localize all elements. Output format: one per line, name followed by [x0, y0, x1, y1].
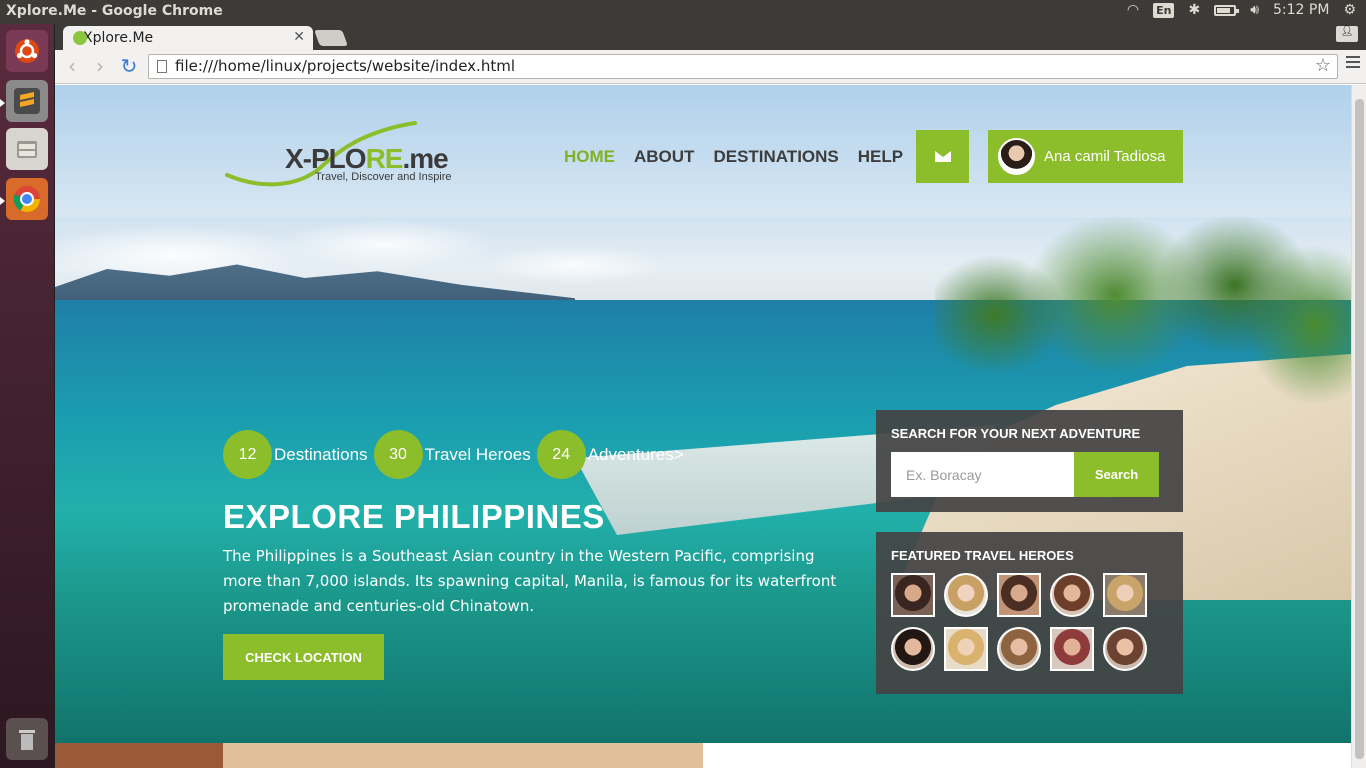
active-app-indicator	[0, 99, 5, 107]
hero-avatar[interactable]	[1103, 627, 1147, 671]
next-section-strip	[55, 743, 1351, 768]
main-nav: HOME ABOUT DESTINATIONS HELP	[564, 147, 903, 167]
files-icon[interactable]	[6, 128, 48, 170]
stat-label: Destinations	[274, 444, 368, 464]
search-button[interactable]: Search	[1074, 452, 1159, 497]
nav-about[interactable]: ABOUT	[634, 147, 694, 167]
stat-label: Travel Heroes	[424, 444, 531, 464]
featured-heroes-panel: FEATURED TRAVEL HEROES	[876, 532, 1183, 694]
user-name: Ana camil Tadiosa	[1044, 148, 1166, 165]
os-top-bar: Xplore.Me - Google Chrome ◠ En ✱ 🔊︎ 5:12…	[0, 0, 1366, 24]
hero-avatar[interactable]	[1050, 573, 1094, 617]
stat-destinations[interactable]: 12 Destinations	[223, 430, 368, 479]
stat-label: Adventures>	[587, 444, 684, 464]
nav-help[interactable]: HELP	[858, 147, 903, 167]
new-tab-button[interactable]	[314, 30, 348, 46]
back-arrow-icon[interactable]: ‹	[60, 55, 84, 79]
wifi-icon[interactable]: ◠	[1127, 2, 1139, 18]
keyboard-layout-indicator[interactable]: En	[1153, 2, 1175, 18]
sublime-text-icon[interactable]	[6, 80, 48, 122]
close-tab-icon[interactable]: ✕	[293, 29, 305, 45]
search-panel-title: SEARCH FOR YOUR NEXT ADVENTURE	[891, 426, 1141, 441]
hero-title: EXPLORE PHILIPPINES	[223, 498, 605, 535]
page-scrollbar[interactable]	[1351, 85, 1366, 768]
scrollbar-thumb[interactable]	[1355, 99, 1364, 759]
logo-tagline: Travel, Discover and Inspire	[315, 171, 452, 183]
page-icon	[157, 60, 167, 73]
stats-row: 12 Destinations 30 Travel Heroes 24 Adve…	[223, 430, 690, 479]
hero-avatar[interactable]	[1050, 627, 1094, 671]
window-title: Xplore.Me - Google Chrome	[6, 3, 223, 19]
url-text: file:///home/linux/projects/website/inde…	[175, 57, 515, 75]
avatar	[998, 138, 1035, 175]
hero-description: The Philippines is a Southeast Asian cou…	[223, 547, 837, 615]
chrome-menu-icon[interactable]	[1346, 56, 1360, 70]
volume-icon[interactable]: 🔊︎	[1250, 2, 1259, 18]
hero-avatar[interactable]	[944, 627, 988, 671]
forward-arrow-icon[interactable]: ›	[88, 55, 112, 79]
chrome-icon[interactable]	[6, 178, 48, 220]
ubuntu-launcher	[0, 24, 55, 768]
stat-travel-heroes[interactable]: 30 Travel Heroes	[373, 430, 531, 479]
bookmark-star-icon[interactable]: ☆	[1315, 55, 1331, 76]
hero-avatar[interactable]	[891, 627, 935, 671]
site-logo[interactable]: X-PLORE.me Travel, Discover and Inspire	[225, 113, 475, 188]
battery-icon[interactable]	[1214, 4, 1240, 16]
tab-xplore[interactable]: Xplore.Me ✕	[63, 26, 313, 50]
hero-avatar[interactable]	[891, 573, 935, 617]
search-panel: SEARCH FOR YOUR NEXT ADVENTURE Search	[876, 410, 1183, 512]
nav-home[interactable]: HOME	[564, 147, 615, 167]
trash-icon[interactable]	[6, 718, 48, 760]
nav-destinations[interactable]: DESTINATIONS	[713, 147, 838, 167]
settings-gear-icon[interactable]: ⚙	[1343, 2, 1356, 18]
browser-tab-bar: Xplore.Me ✕ 👤︎	[55, 24, 1366, 50]
profile-icon[interactable]: 👤︎	[1336, 26, 1358, 42]
hero-avatar-grid	[891, 573, 1147, 671]
stat-adventures[interactable]: 24 Adventures>	[536, 430, 684, 479]
stat-count: 12	[223, 430, 272, 479]
tab-title: Xplore.Me	[83, 30, 154, 46]
site-favicon-icon	[73, 31, 87, 45]
featured-heroes-title: FEATURED TRAVEL HEROES	[891, 548, 1074, 563]
page-viewport: X-PLORE.me Travel, Discover and Inspire …	[55, 85, 1351, 768]
system-tray: ◠ En ✱ 🔊︎ 5:12 PM ⚙	[1127, 2, 1356, 18]
active-app-indicator	[0, 197, 5, 205]
check-location-button[interactable]: CHECK LOCATION	[223, 634, 384, 680]
clock[interactable]: 5:12 PM	[1273, 2, 1329, 18]
hero-avatar[interactable]	[1103, 573, 1147, 617]
hero-avatar[interactable]	[997, 573, 1041, 617]
user-profile-button[interactable]: Ana camil Tadiosa	[988, 130, 1183, 183]
address-bar[interactable]: file:///home/linux/projects/website/inde…	[148, 54, 1338, 79]
stat-count: 24	[536, 430, 586, 479]
bluetooth-icon[interactable]: ✱	[1188, 2, 1200, 18]
hero-avatar[interactable]	[944, 573, 988, 617]
browser-toolbar: ‹ › ↻ file:///home/linux/projects/websit…	[55, 50, 1366, 84]
envelope-icon	[934, 151, 951, 162]
hero-avatar[interactable]	[997, 627, 1041, 671]
search-input[interactable]	[891, 452, 1074, 497]
stat-count: 30	[373, 430, 423, 479]
reload-icon[interactable]: ↻	[117, 55, 141, 79]
mail-button[interactable]	[916, 130, 969, 183]
ubuntu-dash-icon[interactable]	[6, 30, 48, 72]
